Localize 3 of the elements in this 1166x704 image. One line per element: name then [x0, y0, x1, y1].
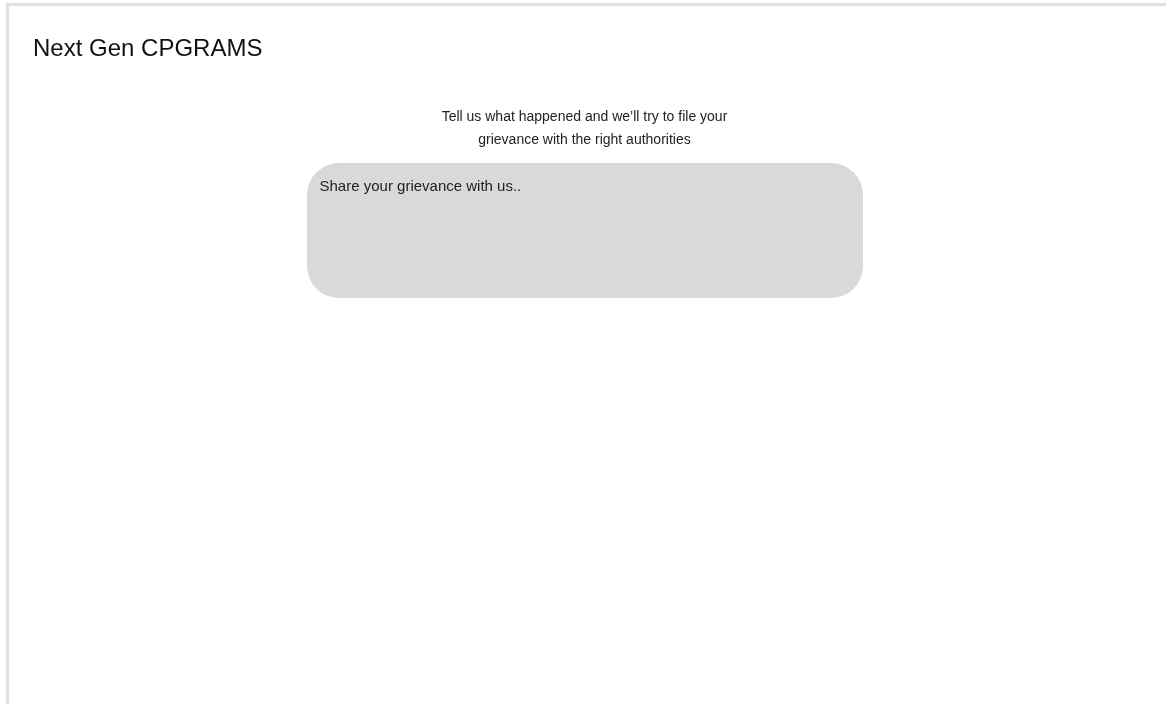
app-title: Next Gen CPGRAMS: [33, 33, 264, 63]
grievance-input-field[interactable]: Share your grievance with us..: [306, 163, 863, 298]
intro-text: Tell us what happened and we’ll try to file your grievance with the right authorities: [440, 107, 729, 149]
